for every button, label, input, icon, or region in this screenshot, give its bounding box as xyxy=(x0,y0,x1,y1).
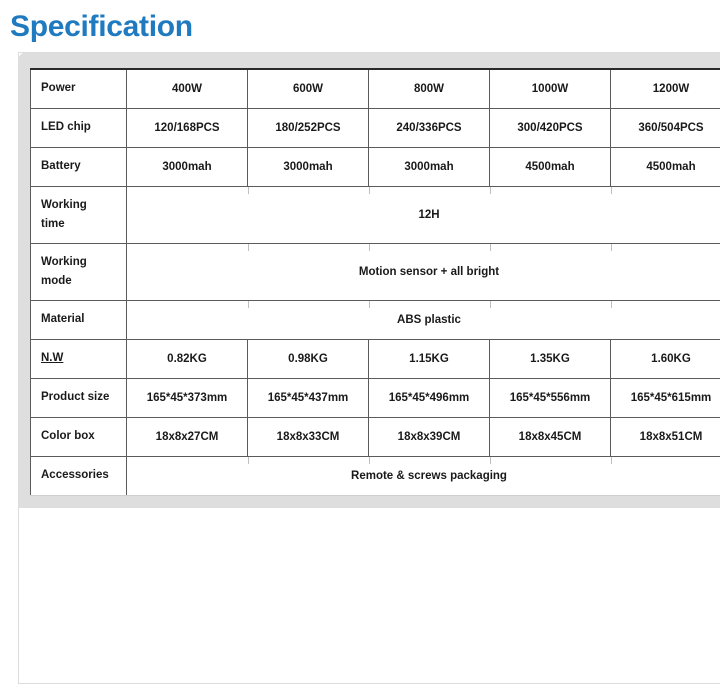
row-label-text: Product size xyxy=(41,391,110,403)
row-value: 4500mah xyxy=(610,146,720,187)
row-value: 800W xyxy=(368,68,490,109)
row-value: 18x8x33CM xyxy=(247,416,369,457)
row-value: 600W xyxy=(247,68,369,109)
row-label: Working time xyxy=(30,185,127,244)
table-row: Accessories Remote & screws packaging xyxy=(30,455,720,496)
row-label: N.W xyxy=(30,338,127,379)
row-label-text: LED chip xyxy=(41,121,91,133)
table-row: LED chip 120/168PCS 180/252PCS 240/336PCS 30… xyxy=(30,107,720,148)
row-value: 18x8x39CM xyxy=(368,416,490,457)
row-label-text: Battery xyxy=(41,160,81,172)
table-row: Power 400W 600W 800W 1000W 1200W xyxy=(30,68,720,109)
row-value: 165*45*496mm xyxy=(368,377,490,418)
row-value: 0.98KG xyxy=(247,338,369,379)
specification-table-body: Power 400W 600W 800W 1000W 1200W LED chip 120/1… xyxy=(30,68,720,496)
row-value: 1.60KG xyxy=(610,338,720,379)
row-value: 1.35KG xyxy=(489,338,611,379)
row-label-text: Working mode xyxy=(41,255,87,287)
row-label: Material xyxy=(30,299,127,340)
row-value-merged: 12H xyxy=(126,185,720,244)
table-row: Color box 18x8x27CM 18x8x33CM 18x8x39CM 18x8… xyxy=(30,416,720,457)
row-value-merged: ABS plastic xyxy=(126,299,720,340)
table-row: N.W 0.82KG 0.98KG 1.15KG 1.35KG 1.60KG xyxy=(30,338,720,379)
row-label-text: Working time xyxy=(41,198,87,230)
row-value: 165*45*556mm xyxy=(489,377,611,418)
table-row: Product size 165*45*373mm 165*45*437mm 165*… xyxy=(30,377,720,418)
row-label: Product size xyxy=(30,377,127,418)
row-label: Battery xyxy=(30,146,127,187)
row-value-merged: Remote & screws packaging xyxy=(126,455,720,496)
row-value: 1.15KG xyxy=(368,338,490,379)
row-label: LED chip xyxy=(30,107,127,148)
row-value: 18x8x51CM xyxy=(610,416,720,457)
row-label: Power xyxy=(30,68,127,109)
row-label: Working mode xyxy=(30,242,127,301)
row-value: 1200W xyxy=(610,68,720,109)
row-value: 4500mah xyxy=(489,146,611,187)
specification-table: Power 400W 600W 800W 1000W 1200W LED chip 120/1… xyxy=(30,68,720,496)
table-row: Working time 12H xyxy=(30,185,720,244)
row-label: Accessories xyxy=(30,455,127,496)
row-value: 165*45*437mm xyxy=(247,377,369,418)
row-value-merged: Motion sensor + all bright xyxy=(126,242,720,301)
row-value: 18x8x45CM xyxy=(489,416,611,457)
row-value: 120/168PCS xyxy=(126,107,248,148)
page-title: Specification xyxy=(10,10,193,43)
row-label-text: Material xyxy=(41,313,85,325)
row-value: 18x8x27CM xyxy=(126,416,248,457)
row-value: 360/504PCS xyxy=(610,107,720,148)
row-label-text: Color box xyxy=(41,430,95,442)
row-value: 165*45*373mm xyxy=(126,377,248,418)
row-label-text: N.W xyxy=(41,352,64,364)
row-value: 3000mah xyxy=(126,146,248,187)
row-value: 3000mah xyxy=(247,146,369,187)
row-label-text: Accessories xyxy=(41,469,109,481)
row-value: 180/252PCS xyxy=(247,107,369,148)
row-label-text: Power xyxy=(41,82,76,95)
row-value: 3000mah xyxy=(368,146,490,187)
row-value: 165*45*615mm xyxy=(610,377,720,418)
row-value: 400W xyxy=(126,68,248,109)
row-label: Color box xyxy=(30,416,127,457)
row-value: 300/420PCS xyxy=(489,107,611,148)
table-row: Working mode Motion sensor + all bright xyxy=(30,242,720,301)
table-row: Material ABS plastic xyxy=(30,299,720,340)
row-value: 0.82KG xyxy=(126,338,248,379)
row-value: 1000W xyxy=(489,68,611,109)
row-value: 240/336PCS xyxy=(368,107,490,148)
table-row: Battery 3000mah 3000mah 3000mah 4500mah 4500m… xyxy=(30,146,720,187)
